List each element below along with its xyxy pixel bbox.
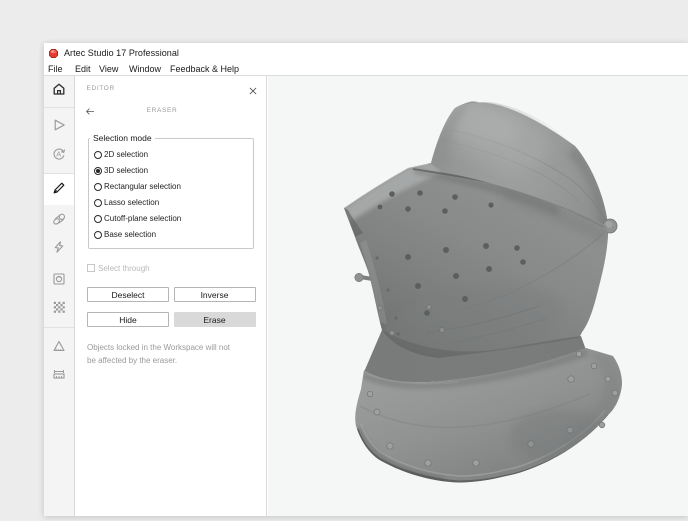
svg-text:A: A — [56, 149, 61, 158]
